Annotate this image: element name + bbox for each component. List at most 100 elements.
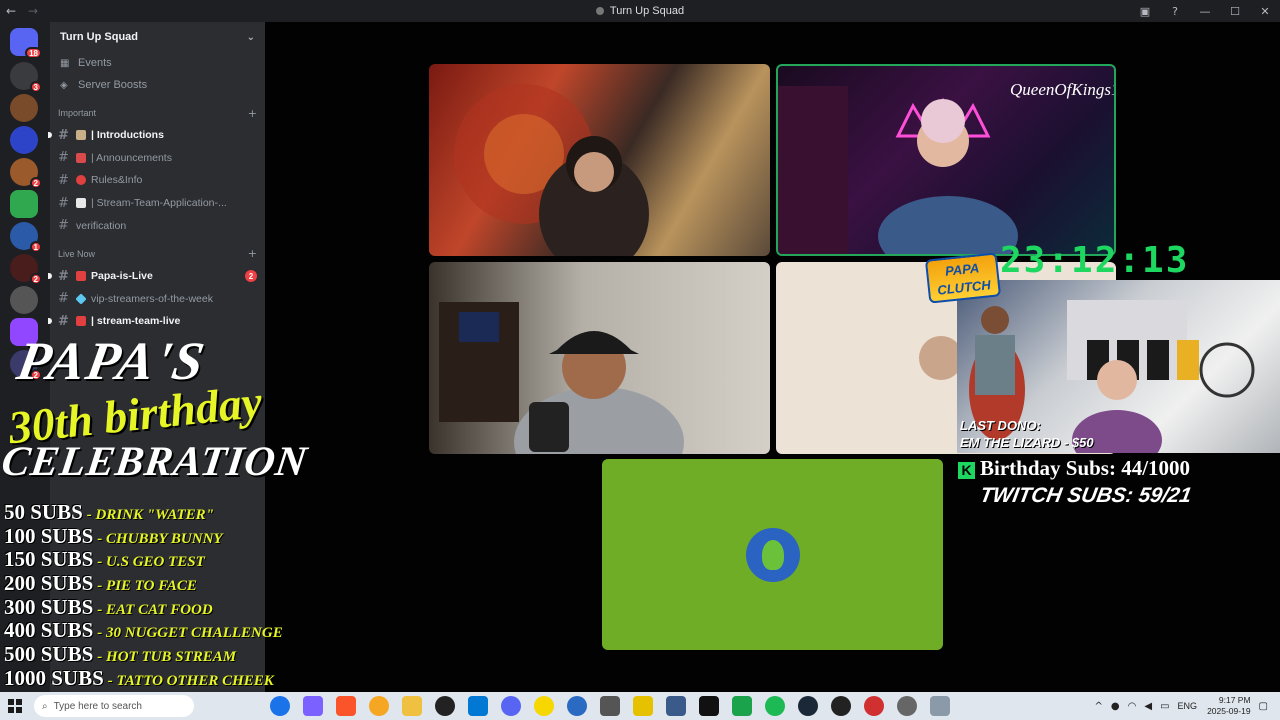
- channel-verification[interactable]: # verification: [50, 214, 265, 237]
- mention-badge: 2: [29, 177, 42, 189]
- server-icon[interactable]: [10, 286, 38, 314]
- grinch-icon: [762, 540, 784, 570]
- channel-stream-team-application[interactable]: # | Stream-Team-Application-...: [50, 192, 265, 215]
- server-icon[interactable]: [10, 126, 38, 154]
- category-live-now[interactable]: Live Now +: [50, 243, 265, 265]
- brave-icon[interactable]: [336, 696, 356, 716]
- minimize-button[interactable]: —: [1190, 0, 1220, 22]
- video-tile[interactable]: [429, 262, 770, 454]
- chevron-up-icon[interactable]: ^: [1095, 701, 1103, 712]
- mention-badge: 18: [25, 47, 42, 59]
- live-icon: [76, 271, 86, 282]
- search-icon: ⌕: [42, 700, 48, 712]
- birthday-overlay: PAPA'S 30th birthday CELEBRATION 50 SUBS…: [0, 330, 310, 692]
- video-tile[interactable]: [429, 64, 770, 256]
- obs-icon[interactable]: [831, 696, 851, 716]
- chevron-down-icon: ⌄: [246, 31, 255, 43]
- microphone-icon[interactable]: ●: [1111, 701, 1120, 712]
- app-icon[interactable]: [699, 696, 719, 716]
- no-entry-icon: [76, 175, 86, 186]
- add-channel-icon[interactable]: +: [248, 247, 257, 260]
- sub-goal: 300 SUBS - EAT CAT FOOD: [4, 594, 213, 619]
- direct-messages-icon[interactable]: 18: [10, 28, 42, 59]
- video-tile-speaking[interactable]: QueenOfKings17: [776, 64, 1116, 256]
- steam-icon[interactable]: [798, 696, 818, 716]
- outlook-icon[interactable]: [468, 696, 488, 716]
- clock[interactable]: 9:17 PM 2025-09-19: [1207, 695, 1250, 717]
- channel-vip-streamers[interactable]: # vip-streamers-of-the-week: [50, 288, 265, 311]
- help-icon[interactable]: ?: [1160, 0, 1190, 22]
- app-icon[interactable]: [732, 696, 752, 716]
- snapchat-icon[interactable]: [534, 696, 554, 716]
- close-button[interactable]: ✕: [1250, 0, 1280, 22]
- app-icon[interactable]: [666, 696, 686, 716]
- maximize-button[interactable]: ☐: [1220, 0, 1250, 22]
- server-header[interactable]: Turn Up Squad ⌄: [50, 22, 265, 52]
- taskbar-search[interactable]: ⌕ Type here to search: [34, 695, 194, 717]
- channel-papa-is-live[interactable]: # Papa-is-Live 2: [48, 265, 265, 288]
- inbox-icon[interactable]: ▣: [1130, 0, 1160, 22]
- windows-taskbar: ⌕ Type here to search ^ ● ◠ ◀ ▭ ENG 9:17…: [0, 692, 1280, 720]
- sub-goal: 400 SUBS - 30 NUGGET CHALLENGE: [4, 618, 283, 643]
- forward-arrow-icon[interactable]: →: [22, 0, 44, 22]
- unread-indicator: [48, 273, 52, 280]
- video-tile-camera-off[interactable]: [602, 459, 943, 650]
- sub-goal: 200 SUBS - PIE TO FACE: [4, 571, 197, 596]
- sub-goal: 500 SUBS - HOT TUB STREAM: [4, 642, 237, 667]
- channel-introductions[interactable]: # | Introductions: [48, 124, 265, 147]
- copilot-icon[interactable]: [303, 696, 323, 716]
- language-indicator[interactable]: ENG: [1178, 701, 1198, 711]
- file-explorer-icon[interactable]: [402, 696, 422, 716]
- server-icon[interactable]: [10, 190, 38, 218]
- channel-rules-info[interactable]: # Rules&Info: [50, 169, 265, 192]
- hash-icon: #: [58, 313, 69, 329]
- category-important[interactable]: Important +: [50, 102, 265, 124]
- server-name: Turn Up Squad: [60, 31, 139, 43]
- overlay-celebration: CELEBRATION: [0, 439, 311, 485]
- gem-icon: [75, 293, 87, 305]
- sub-goal: 50 SUBS - DRINK "WATER": [4, 500, 215, 524]
- battery-icon[interactable]: ▭: [1160, 701, 1169, 712]
- app-icon[interactable]: [930, 696, 950, 716]
- hash-icon: #: [58, 172, 69, 188]
- app-icon[interactable]: [633, 696, 653, 716]
- channel-announcements[interactable]: # | Announcements: [50, 147, 265, 170]
- nav-events[interactable]: ▦ Events: [50, 52, 265, 74]
- app-icon[interactable]: [864, 696, 884, 716]
- hash-icon: #: [58, 195, 69, 211]
- chrome-icon[interactable]: [369, 696, 389, 716]
- hash-icon: #: [58, 291, 69, 307]
- server-icon[interactable]: 1: [10, 222, 42, 253]
- server-icon[interactable]: 2: [10, 254, 42, 285]
- notifications-icon[interactable]: ▢: [1259, 701, 1268, 712]
- app-icon[interactable]: [600, 696, 620, 716]
- memo-icon: [76, 198, 86, 209]
- last-donation: LAST DONO: EM THE LIZARD - $50: [960, 418, 1094, 450]
- unread-indicator: [48, 132, 52, 139]
- hash-icon: #: [58, 127, 69, 143]
- megaphone-icon: [76, 152, 86, 163]
- edge-icon[interactable]: [270, 696, 290, 716]
- volume-icon[interactable]: ◀: [1144, 701, 1152, 712]
- server-icon: [595, 7, 604, 15]
- discord-icon[interactable]: [501, 696, 521, 716]
- nav-server-boosts[interactable]: ◈ Server Boosts: [50, 74, 265, 96]
- wifi-icon[interactable]: ◠: [1128, 701, 1137, 712]
- server-icon[interactable]: [10, 94, 38, 122]
- back-arrow-icon[interactable]: ←: [0, 0, 22, 22]
- live-icon: [76, 316, 86, 327]
- stream-timer: 23:12:13: [1000, 240, 1190, 281]
- add-channel-icon[interactable]: +: [248, 107, 257, 120]
- taskbar-apps: [270, 696, 963, 716]
- participant-name: QueenOfKings17: [1010, 80, 1114, 99]
- app-icon[interactable]: [567, 696, 587, 716]
- participant-video: [439, 302, 684, 454]
- spotify-icon[interactable]: [765, 696, 785, 716]
- birthday-subs-counter: K Birthday Subs: 44/1000: [958, 456, 1190, 481]
- mention-badge: 3: [29, 81, 42, 93]
- dell-icon[interactable]: [435, 696, 455, 716]
- start-button[interactable]: [0, 692, 30, 720]
- server-icon[interactable]: 2: [10, 158, 42, 189]
- settings-icon[interactable]: [897, 696, 917, 716]
- server-icon[interactable]: 3: [10, 62, 42, 93]
